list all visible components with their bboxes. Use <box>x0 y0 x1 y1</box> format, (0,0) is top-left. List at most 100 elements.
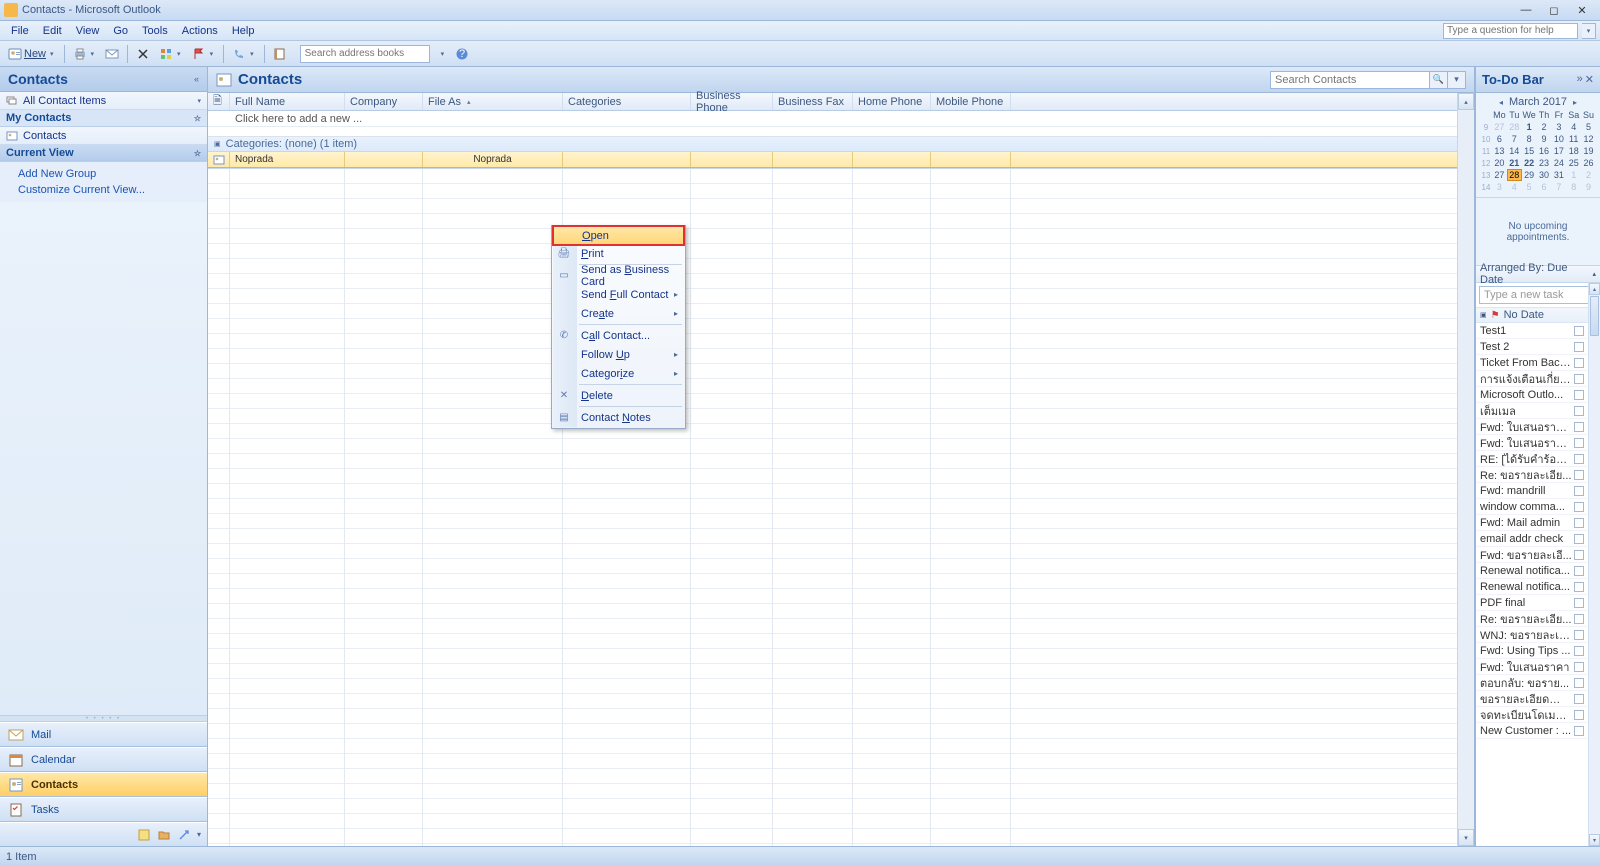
task-checkbox[interactable] <box>1574 534 1584 544</box>
calendar-day[interactable]: 3 <box>1551 121 1566 133</box>
task-item[interactable]: window comma...⚑ <box>1476 499 1600 515</box>
nav-button-contacts[interactable]: Contacts <box>0 772 207 797</box>
new-button[interactable]: New ▾ <box>5 44 59 64</box>
help-dropdown-button[interactable]: ▾ <box>1582 23 1596 39</box>
col-fullname[interactable]: Full Name <box>230 93 345 110</box>
calendar-day[interactable]: 9 <box>1581 181 1596 193</box>
calendar-day[interactable]: 28 <box>1507 121 1522 133</box>
maximize-button[interactable]: ◻ <box>1540 1 1568 19</box>
all-contact-items[interactable]: All Contact Items ▾ <box>0 92 207 110</box>
ctx-open[interactable]: Open <box>553 226 684 245</box>
calendar-day[interactable]: 5 <box>1581 121 1596 133</box>
calendar-day[interactable]: 1 <box>1522 121 1537 133</box>
contact-row-noprada[interactable]: Noprada Noprada <box>208 152 1474 168</box>
task-checkbox[interactable] <box>1574 358 1584 368</box>
ctx-categorize[interactable]: Categorize▸ <box>553 364 684 383</box>
ctx-send-full-contact[interactable]: Send Full Contact▸ <box>553 285 684 304</box>
shortcuts-icon[interactable] <box>177 828 191 842</box>
task-scrollbar[interactable]: ▴ ▾ <box>1588 283 1600 846</box>
task-scroll-up[interactable]: ▴ <box>1589 283 1600 295</box>
calendar-day[interactable]: 20 <box>1492 157 1507 169</box>
task-checkbox[interactable] <box>1574 646 1584 656</box>
calendar-day[interactable]: 7 <box>1551 181 1566 193</box>
followup-toolbar-button[interactable]: ▾ <box>189 44 219 64</box>
help-button[interactable]: ? <box>452 44 472 64</box>
task-group-nodate[interactable]: ▣ ⚑ No Date <box>1476 307 1600 323</box>
ctx-delete[interactable]: ✕ Delete <box>553 386 684 405</box>
task-item[interactable]: Fwd: ขอรายละเอี...⚑ <box>1476 547 1600 563</box>
todo-close-button[interactable]: ✕ <box>1585 73 1594 86</box>
calendar-day[interactable]: 26 <box>1581 157 1596 169</box>
ctx-create[interactable]: Create▸ <box>553 304 684 323</box>
task-item[interactable]: WNJ: ขอรายละเอี...⚑ <box>1476 627 1600 643</box>
task-checkbox[interactable] <box>1574 550 1584 560</box>
task-item[interactable]: Re: ขอรายละเอีย...⚑ <box>1476 467 1600 483</box>
search-contacts-input[interactable] <box>1270 71 1430 89</box>
address-book-search[interactable] <box>297 44 433 64</box>
calendar-day[interactable]: 21 <box>1507 157 1522 169</box>
scroll-up-button[interactable]: ▴ <box>1458 93 1474 110</box>
cal-prev-button[interactable]: ◂ <box>1499 98 1503 107</box>
task-item[interactable]: จดทะเบียนโดเมน...⚑ <box>1476 707 1600 723</box>
menu-view[interactable]: View <box>69 23 107 39</box>
col-company[interactable]: Company <box>345 93 423 110</box>
nav-button-mail[interactable]: Mail <box>0 722 207 747</box>
task-checkbox[interactable] <box>1574 470 1584 480</box>
ctx-print[interactable]: 🖨 Print <box>553 244 684 263</box>
close-button[interactable]: ✕ <box>1568 1 1596 19</box>
task-checkbox[interactable] <box>1574 614 1584 624</box>
calendar-day[interactable]: 28 <box>1507 169 1522 181</box>
task-item[interactable]: Renewal notifica...⚑ <box>1476 563 1600 579</box>
calendar-day[interactable]: 27 <box>1492 169 1507 181</box>
nav-button-tasks[interactable]: Tasks <box>0 797 207 822</box>
menu-tools[interactable]: Tools <box>135 23 175 39</box>
menu-help[interactable]: Help <box>225 23 262 39</box>
task-item[interactable]: Test 2⚑ <box>1476 339 1600 355</box>
nav-button-calendar[interactable]: Calendar <box>0 747 207 772</box>
task-checkbox[interactable] <box>1574 630 1584 640</box>
ctx-contact-notes[interactable]: ▤ Contact Notes <box>553 408 684 427</box>
col-fileas[interactable]: File As▴ <box>423 93 563 110</box>
calendar-day[interactable]: 12 <box>1581 133 1596 145</box>
task-checkbox[interactable] <box>1574 694 1584 704</box>
ctx-call-contact[interactable]: ✆ Call Contact... <box>553 326 684 345</box>
calendar-day[interactable]: 13 <box>1492 145 1507 157</box>
task-arranged-header[interactable]: Arranged By: Due Date▴ <box>1476 266 1600 283</box>
calendar-day[interactable]: 6 <box>1492 133 1507 145</box>
calendar-day[interactable]: 19 <box>1581 145 1596 157</box>
menu-file[interactable]: File <box>4 23 36 39</box>
task-checkbox[interactable] <box>1574 454 1584 464</box>
task-checkbox[interactable] <box>1574 662 1584 672</box>
notes-icon[interactable] <box>137 828 151 842</box>
calendar-day[interactable]: 16 <box>1537 145 1552 157</box>
task-item[interactable]: Fwd: mandrill⚑ <box>1476 483 1600 499</box>
task-checkbox[interactable] <box>1574 374 1584 384</box>
calendar-day[interactable]: 4 <box>1507 181 1522 193</box>
help-search[interactable] <box>1443 23 1578 39</box>
category-header[interactable]: ▣ Categories: (none) (1 item) <box>208 137 1474 152</box>
calendar-day[interactable]: 1 <box>1566 169 1581 181</box>
task-item[interactable]: New Customer : ...⚑ <box>1476 723 1600 739</box>
col-mobilephone[interactable]: Mobile Phone <box>931 93 1011 110</box>
calendar-day[interactable]: 25 <box>1566 157 1581 169</box>
minimize-button[interactable]: — <box>1512 1 1540 19</box>
task-scroll-down[interactable]: ▾ <box>1589 834 1600 846</box>
task-item[interactable]: Test1⚑ <box>1476 323 1600 339</box>
search-icon[interactable]: 🔍 <box>1430 71 1448 89</box>
calendar-day[interactable]: 2 <box>1581 169 1596 181</box>
add-new-group-link[interactable]: Add New Group <box>0 166 207 182</box>
nav-config-button[interactable]: ▾ <box>197 830 201 839</box>
task-checkbox[interactable] <box>1574 518 1584 528</box>
collapse-icon[interactable]: ▣ <box>214 140 221 148</box>
scroll-down-button[interactable]: ▾ <box>1458 829 1474 846</box>
task-checkbox[interactable] <box>1574 502 1584 512</box>
task-checkbox[interactable] <box>1574 566 1584 576</box>
task-checkbox[interactable] <box>1574 726 1584 736</box>
col-categories[interactable]: Categories <box>563 93 691 110</box>
task-checkbox[interactable] <box>1574 710 1584 720</box>
nav-collapse-button[interactable]: « <box>194 74 199 84</box>
task-item[interactable]: Renewal notifica...⚑ <box>1476 579 1600 595</box>
calendar-day[interactable]: 30 <box>1537 169 1552 181</box>
address-book-dropdown[interactable]: ▾ <box>436 44 450 64</box>
calendar-day[interactable]: 9 <box>1537 133 1552 145</box>
